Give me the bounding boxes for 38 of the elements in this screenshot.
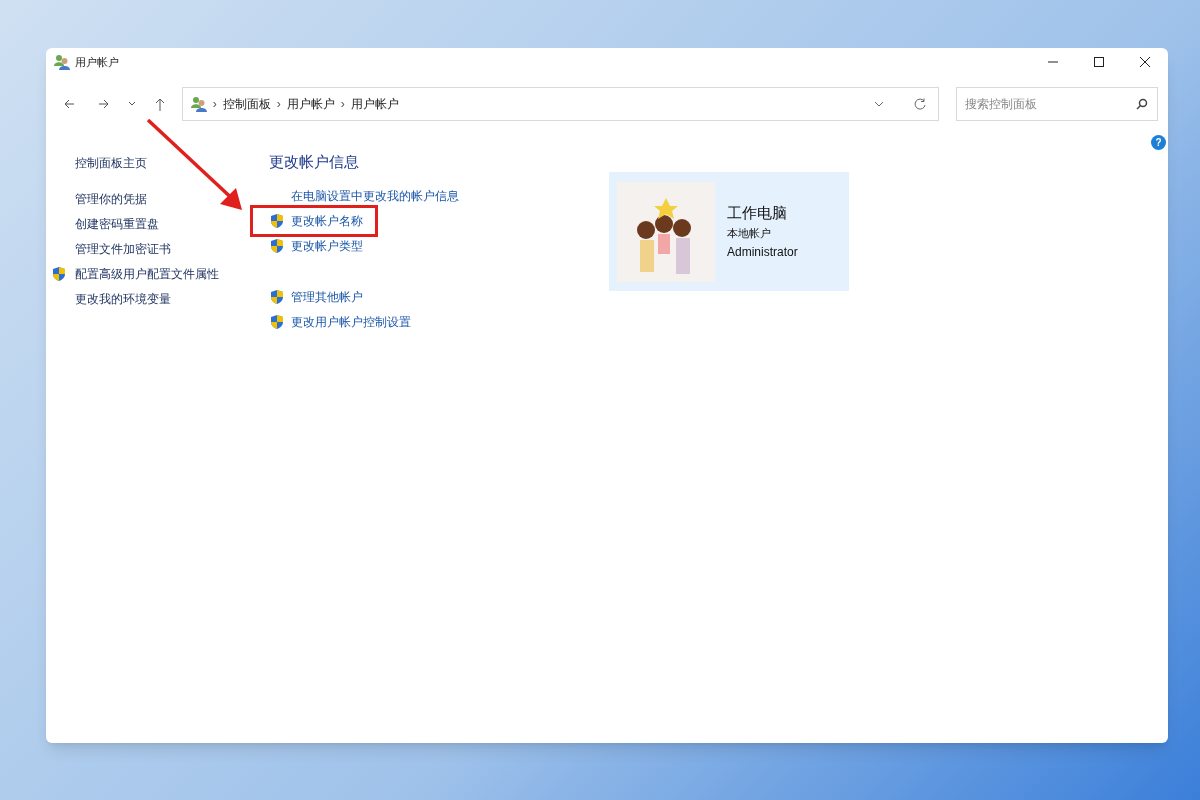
- sidebar-link[interactable]: 控制面板主页: [75, 153, 147, 172]
- breadcrumb-separator: ›: [340, 96, 345, 113]
- sidebar-link[interactable]: 管理你的凭据: [75, 189, 147, 208]
- close-icon: [1140, 57, 1150, 67]
- shield-icon: [269, 212, 285, 229]
- task-link[interactable]: 在电脑设置中更改我的帐户信息: [291, 186, 459, 205]
- users-icon: [190, 96, 207, 112]
- task-link[interactable]: 管理其他帐户: [291, 287, 363, 306]
- account-role: Administrator: [727, 244, 798, 261]
- chevron-down-icon: [127, 101, 136, 107]
- address-bar[interactable]: › 控制面板 › 用户帐户 › 用户帐户: [181, 87, 939, 121]
- breadcrumb-separator: ›: [212, 96, 217, 113]
- refresh-icon: [914, 98, 926, 110]
- task-link[interactable]: 更改帐户类型: [291, 236, 363, 255]
- breadcrumb[interactable]: 控制面板: [222, 95, 271, 113]
- section-heading: 更改帐户信息: [269, 152, 360, 172]
- shield-icon: [50, 265, 67, 282]
- maximize-icon: [1094, 57, 1104, 67]
- users-icon: [54, 54, 70, 70]
- account-type: 本地帐户: [727, 225, 772, 241]
- shield-icon: [269, 313, 285, 330]
- breadcrumb-separator: ›: [276, 96, 281, 113]
- search-field[interactable]: 搜索控制面板: [956, 87, 1158, 121]
- shield-icon: [269, 237, 285, 254]
- help-icon[interactable]: ?: [1151, 135, 1166, 150]
- task-link[interactable]: 更改帐户名称: [291, 211, 363, 230]
- sidebar-link[interactable]: 管理文件加密证书: [75, 239, 171, 258]
- sidebar-link[interactable]: 创建密码重置盘: [75, 214, 159, 233]
- breadcrumb[interactable]: 用户帐户: [286, 95, 335, 113]
- sidebar-link[interactable]: 配置高级用户配置文件属性: [75, 264, 219, 283]
- search-icon: [1136, 98, 1148, 110]
- task-link[interactable]: 更改用户帐户控制设置: [291, 312, 411, 331]
- shield-icon: [269, 288, 285, 305]
- window-title: 用户帐户: [75, 54, 119, 70]
- account-name: 工作电脑: [727, 203, 788, 223]
- sidebar-link[interactable]: 更改我的环境变量: [75, 289, 171, 308]
- chevron-down-icon: [874, 101, 884, 107]
- breadcrumb[interactable]: 用户帐户: [350, 95, 399, 113]
